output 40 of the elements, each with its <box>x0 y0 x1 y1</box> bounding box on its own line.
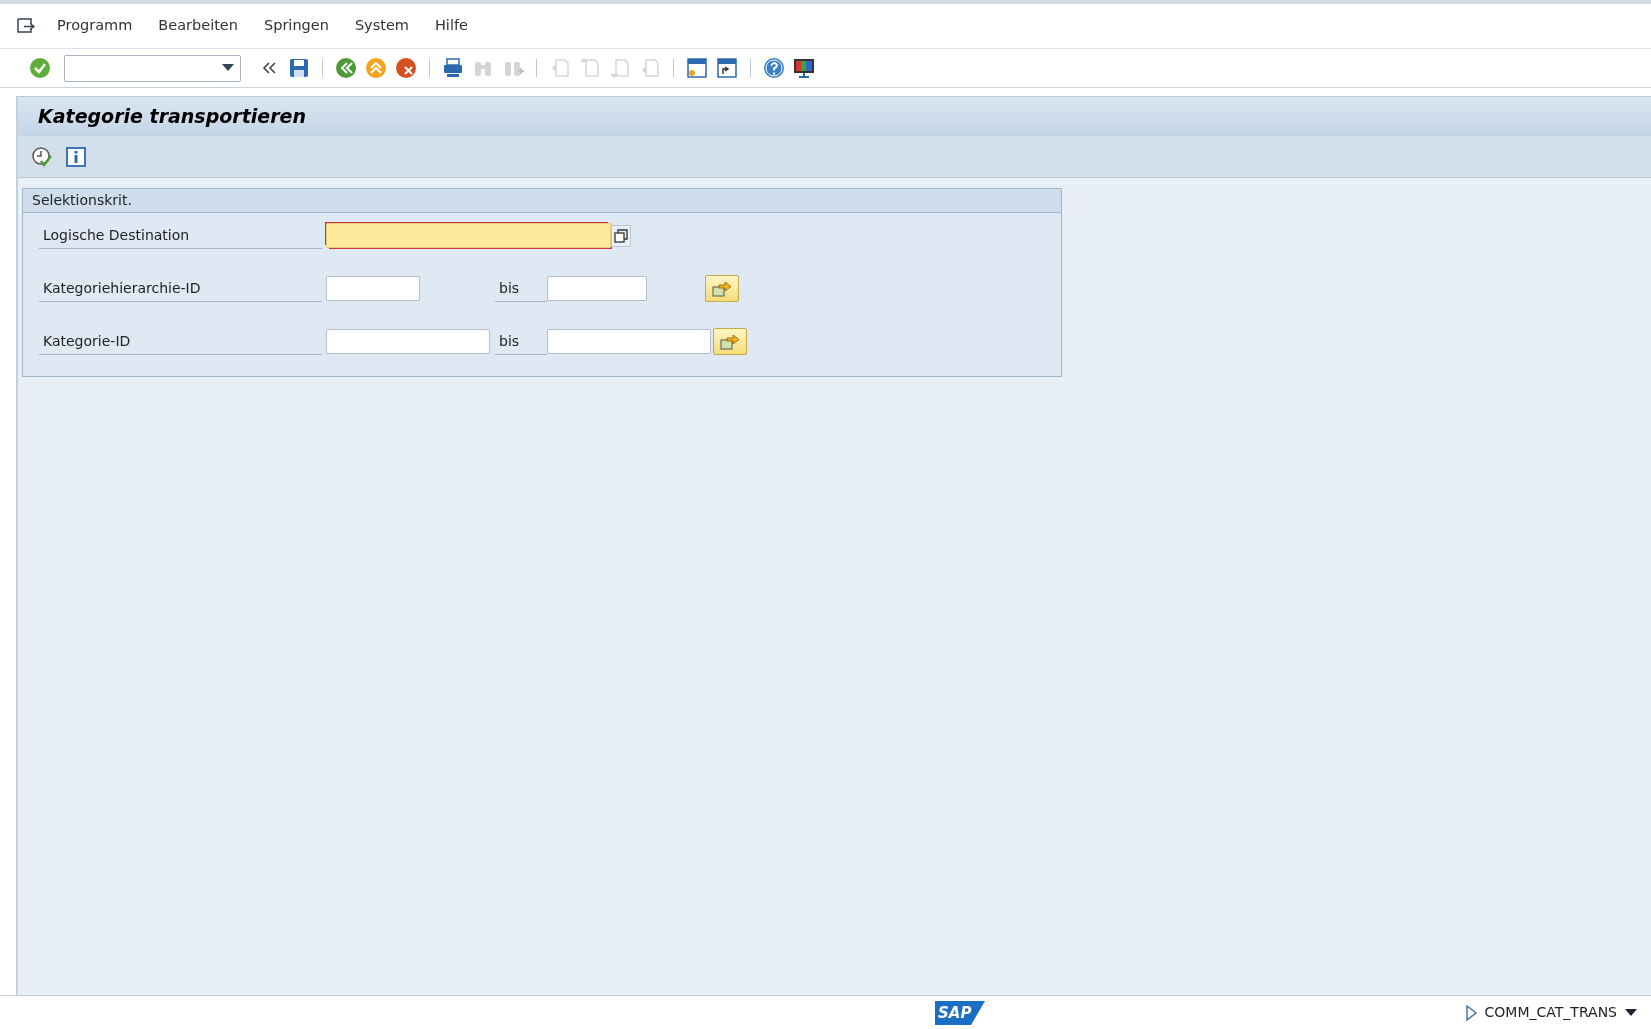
monitor-icon[interactable] <box>792 56 816 80</box>
dropdown-icon[interactable] <box>222 64 234 72</box>
field-label: Kategoriehierarchie-ID <box>39 275 322 302</box>
back-icon[interactable] <box>334 56 358 80</box>
input-field[interactable] <box>326 276 420 301</box>
print-icon[interactable] <box>441 56 465 80</box>
copy-window-icon <box>614 228 628 243</box>
multiple-selection-button[interactable] <box>705 275 739 302</box>
help-icon[interactable] <box>762 56 786 80</box>
enter-icon[interactable] <box>28 56 52 80</box>
input-field[interactable] <box>326 223 611 248</box>
new-window-icon[interactable] <box>685 56 709 80</box>
multiple-selection-button[interactable] <box>713 328 747 355</box>
popup-button[interactable] <box>611 224 631 247</box>
transaction-code[interactable]: COMM_CAT_TRANS <box>1484 1002 1617 1023</box>
menu-item[interactable]: Springen <box>251 15 342 37</box>
field-label: Kategorie-ID <box>39 328 322 355</box>
field-label: Logische Destination <box>39 222 322 249</box>
command-field[interactable] <box>64 54 241 82</box>
info-icon[interactable] <box>64 144 88 169</box>
exit-icon[interactable] <box>364 56 388 80</box>
group-title: Selektionskrit. <box>23 189 1061 213</box>
input-field[interactable] <box>326 329 490 354</box>
shortcut-window-icon[interactable] <box>715 56 739 80</box>
menu-item[interactable]: Hilfe <box>421 15 481 37</box>
arrow-icon <box>712 279 732 298</box>
save-icon[interactable] <box>287 56 311 80</box>
input-field[interactable] <box>547 276 647 301</box>
menu-icon[interactable] <box>16 17 36 35</box>
clock-check-icon[interactable] <box>30 144 54 169</box>
input-field[interactable] <box>547 329 711 354</box>
triangle-icon[interactable] <box>1464 1004 1477 1021</box>
menu-item[interactable]: System <box>341 15 422 37</box>
arrow-icon <box>720 332 740 351</box>
menu-item[interactable]: Programm <box>44 15 146 37</box>
screen-title: Kategorie transportieren <box>38 104 306 130</box>
dropdown-icon[interactable] <box>1625 1008 1637 1017</box>
cancel-icon[interactable] <box>394 56 418 80</box>
menu-item[interactable]: Bearbeiten <box>145 15 251 37</box>
logo: SAP <box>935 1001 985 1025</box>
